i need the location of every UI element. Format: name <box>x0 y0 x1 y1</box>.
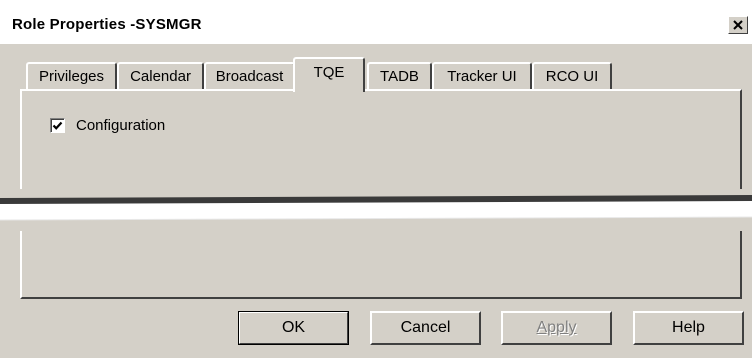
role-properties-dialog: Role Properties -SYSMGR Privileges Calen… <box>0 0 752 358</box>
help-button-label: Help <box>672 319 705 336</box>
tab-label: TQE <box>313 64 345 81</box>
tab-label: TADB <box>380 68 419 85</box>
close-icon <box>733 20 743 30</box>
ok-button[interactable]: OK <box>238 311 349 345</box>
tab-label: Broadcast <box>215 68 284 85</box>
cancel-button[interactable]: Cancel <box>370 311 481 345</box>
tab-label: RCO UI <box>545 68 599 85</box>
configuration-label: Configuration <box>76 117 166 134</box>
checkmark-icon <box>52 121 63 130</box>
help-button[interactable]: Help <box>633 311 744 345</box>
cancel-button-label: Cancel <box>400 319 451 336</box>
tab-label: Privileges <box>38 68 105 85</box>
tab-label: Tracker UI <box>447 68 517 85</box>
screenshot-tear <box>0 189 752 231</box>
configuration-checkbox[interactable] <box>50 118 65 133</box>
close-button[interactable] <box>728 16 748 34</box>
ok-button-label: OK <box>281 319 306 336</box>
tab-label: Calendar <box>130 68 191 85</box>
tab-broadcast[interactable]: Broadcast <box>204 62 295 89</box>
tab-tqe[interactable]: TQE <box>293 57 365 92</box>
tab-tracker-ui[interactable]: Tracker UI <box>432 62 532 89</box>
tab-rco-ui[interactable]: RCO UI <box>532 62 612 89</box>
apply-button-label: Apply <box>536 319 577 336</box>
tab-tadb[interactable]: TADB <box>367 62 432 89</box>
window-title: Role Properties -SYSMGR <box>12 16 202 33</box>
title-bar[interactable]: Role Properties -SYSMGR <box>0 0 752 44</box>
apply-button[interactable]: Apply <box>501 311 612 345</box>
tab-privileges[interactable]: Privileges <box>26 62 117 89</box>
tab-calendar[interactable]: Calendar <box>117 62 204 89</box>
